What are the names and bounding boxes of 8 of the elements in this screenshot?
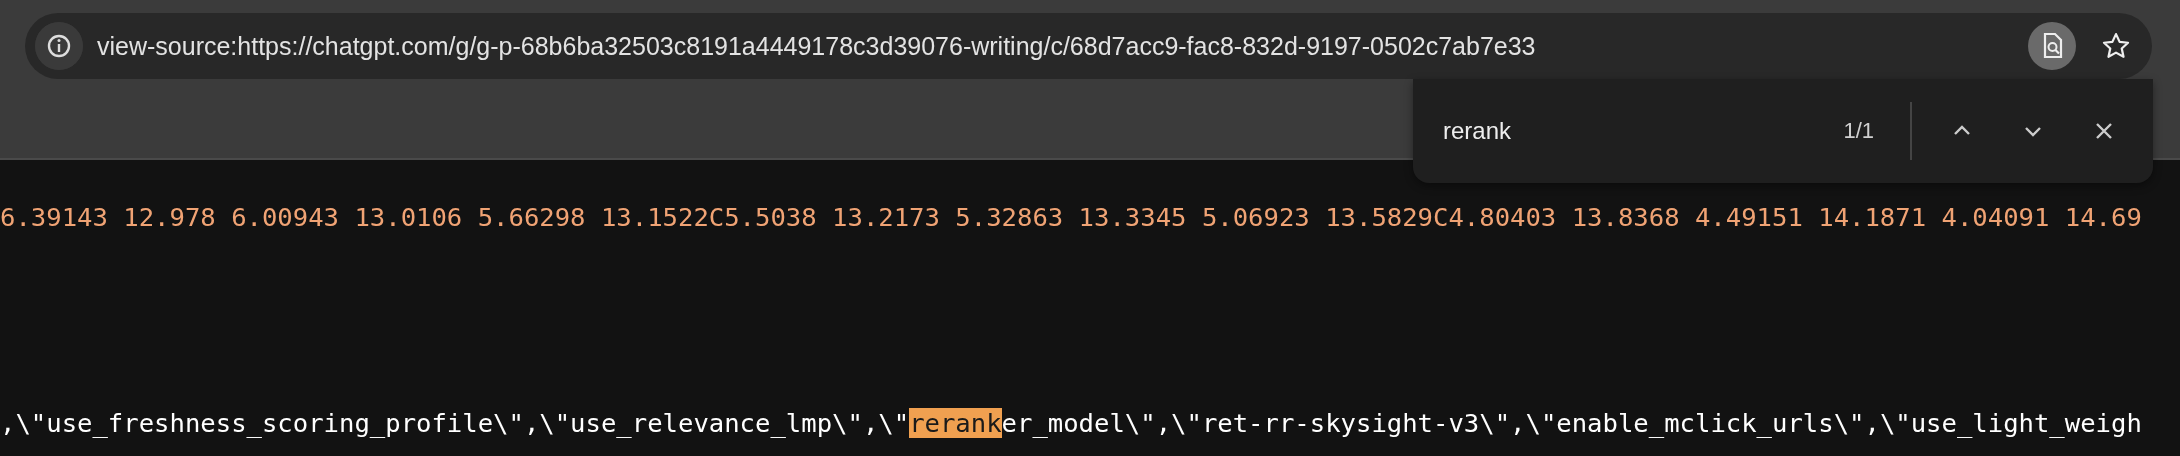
url-text[interactable]: view-source:https://chatgpt.com/g/g-p-68b6ba32503c8191a4449178c3d39076-writing/c/68d7acc9-fac8-832d-9197-0502c7ab7e33 — [97, 31, 2028, 61]
page-search-icon[interactable] — [2028, 22, 2076, 70]
search-highlight: rerank — [909, 408, 1002, 438]
address-bar[interactable]: view-source:https://chatgpt.com/g/g-p-68b6ba32503c8191a4449178c3d39076-writing/c/68d7acc9-fac8-832d-9197-0502c7ab7e33 — [25, 13, 2152, 79]
source-line: 6.39143 12.978 6.00943 13.0106 5.66298 13.1522C5.5038 13.2173 5.32863 13.3345 5.06923 13.5829C4.80403 13.8368 4.49151 14.1871 4.04091 14.69 — [0, 201, 2142, 234]
source-line: ,\"use_freshness_scoring_profile\",\"use_relevance_lmp\",\"reranker_model\",\"ret-rr-skysight-v3\",\"enable_mclick_urls\",\"use_light_weigh — [0, 407, 2142, 440]
match-count: 1/1 — [1843, 118, 1874, 144]
find-field[interactable]: rerank — [1443, 117, 1693, 145]
